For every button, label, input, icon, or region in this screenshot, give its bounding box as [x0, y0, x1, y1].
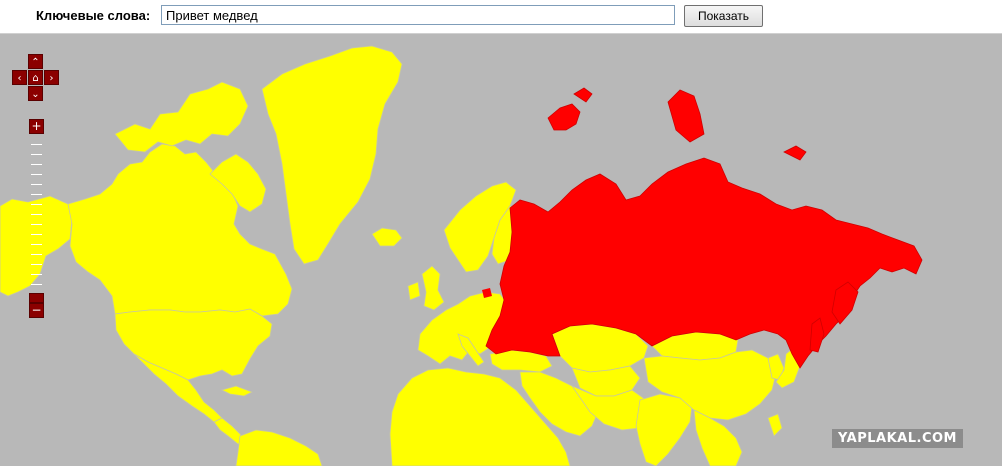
zoom-tick	[31, 204, 42, 205]
zoom-level-handle[interactable]	[29, 293, 44, 303]
show-button[interactable]: Показать	[684, 5, 763, 27]
zoom-out-button[interactable]: −	[29, 303, 44, 318]
country-philippines[interactable]	[767, 413, 783, 437]
country-russia-franz-josef[interactable]	[573, 87, 593, 103]
zoom-tick	[31, 274, 42, 275]
zoom-tick	[31, 184, 42, 185]
zoom-tick	[31, 194, 42, 195]
country-ireland[interactable]	[407, 281, 421, 301]
zoom-tick	[31, 214, 42, 215]
zoom-tick	[31, 254, 42, 255]
country-iceland[interactable]	[371, 227, 403, 247]
zoom-tick	[31, 234, 42, 235]
chevron-up-icon[interactable]: ⌃	[28, 54, 43, 69]
map-pan-control: ⌃ ‹ ⌂ › ⌄	[12, 54, 60, 102]
zoom-slider-track[interactable]	[29, 140, 44, 290]
search-toolbar: Ключевые слова: Показать	[0, 0, 1002, 34]
zoom-tick	[31, 264, 42, 265]
chevron-left-icon[interactable]: ‹	[12, 70, 27, 85]
zoom-tick	[31, 164, 42, 165]
watermark: YAPLAKAL.COM	[832, 429, 963, 448]
zoom-tick	[31, 284, 42, 285]
keywords-input[interactable]	[161, 5, 675, 25]
country-russia-severnaya-zemlya[interactable]	[667, 89, 705, 143]
map-canvas	[0, 45, 923, 466]
zoom-tick	[31, 224, 42, 225]
country-india[interactable]	[635, 393, 693, 466]
zoom-tick	[31, 174, 42, 175]
country-cuba[interactable]	[220, 385, 253, 397]
home-icon[interactable]: ⌂	[28, 70, 43, 85]
keywords-label: Ключевые слова:	[36, 8, 151, 23]
country-canada-arctic-islands[interactable]	[114, 81, 249, 153]
country-canada[interactable]	[67, 143, 293, 317]
chevron-down-icon[interactable]: ⌄	[28, 86, 43, 101]
country-russia-novaya-zemlya[interactable]	[547, 103, 581, 131]
country-russia-new-siberian[interactable]	[783, 145, 807, 161]
bottom-border	[0, 466, 1002, 470]
country-south-america[interactable]	[235, 429, 323, 466]
country-russia-group	[485, 87, 923, 369]
country-usa[interactable]	[114, 308, 273, 381]
zoom-in-button[interactable]: +	[29, 119, 44, 134]
zoom-tick	[31, 144, 42, 145]
country-united-kingdom[interactable]	[421, 265, 445, 311]
world-map[interactable]: ⌃ ‹ ⌂ › ⌄ + − YAPLAKAL.COM	[0, 34, 1002, 466]
zoom-tick	[31, 154, 42, 155]
chevron-right-icon[interactable]: ›	[44, 70, 59, 85]
zoom-tick	[31, 244, 42, 245]
